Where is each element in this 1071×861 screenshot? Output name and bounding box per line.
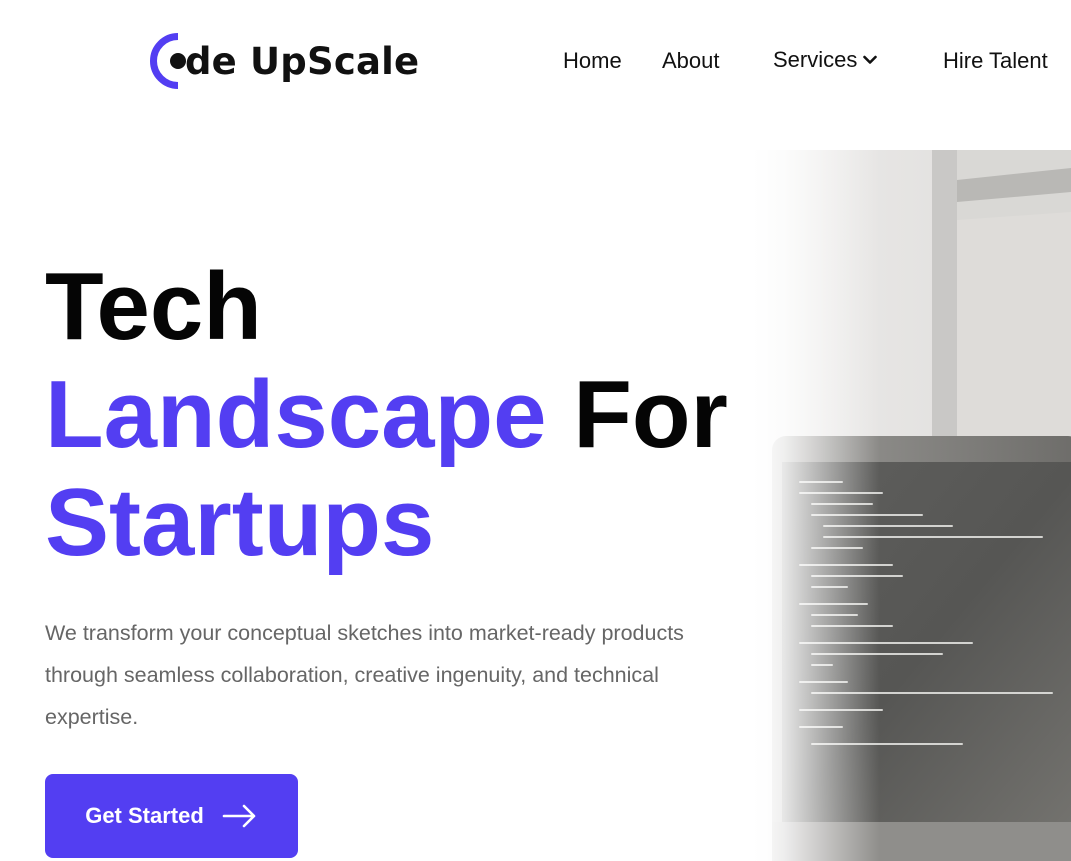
- get-started-button[interactable]: Get Started: [45, 774, 298, 858]
- nav-about[interactable]: About: [662, 47, 720, 75]
- headline-accent-landscape: Landscape: [45, 361, 547, 468]
- nav-hire-talent[interactable]: Hire Talent: [943, 47, 1048, 75]
- chevron-down-icon: [863, 55, 878, 64]
- get-started-label: Get Started: [85, 803, 204, 828]
- brand-logo[interactable]: de UpScale: [149, 33, 419, 89]
- image-fade-overlay: [752, 150, 1071, 861]
- hero-image: [752, 150, 1071, 861]
- headline-line-1: Tech: [45, 253, 262, 360]
- hero-description: We transform your conceptual sketches in…: [45, 621, 684, 729]
- code-c-icon: [150, 33, 186, 89]
- headline-for: For: [573, 361, 728, 468]
- headline-line-3: Startups: [45, 469, 435, 576]
- nav-home[interactable]: Home: [563, 47, 622, 75]
- nav-services[interactable]: Services: [773, 46, 878, 74]
- nav-services-label: Services: [773, 47, 858, 72]
- headline-line-2: Landscape For: [45, 361, 728, 469]
- arrow-right-icon: [222, 804, 256, 828]
- brand-name: de UpScale: [185, 39, 420, 83]
- hero-headline: Tech Landscape For Startups: [45, 253, 728, 577]
